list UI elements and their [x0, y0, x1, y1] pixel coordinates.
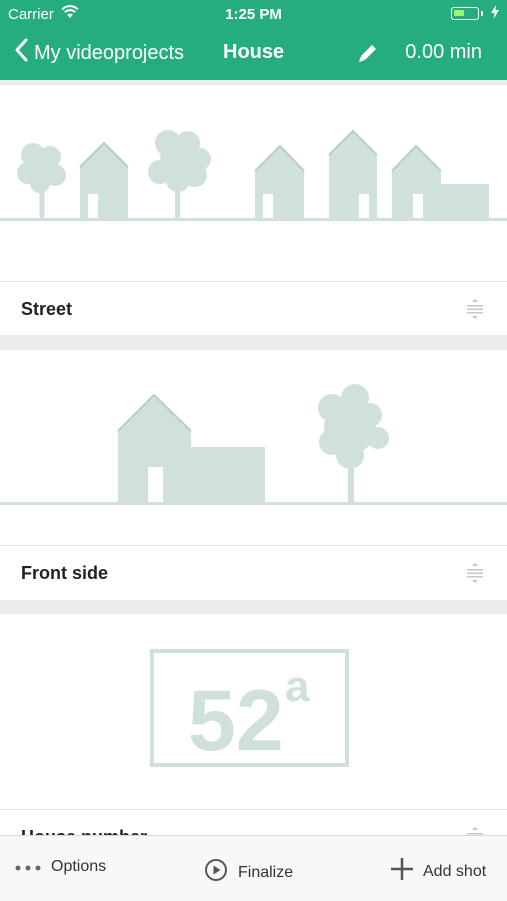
shot-title-row: House number	[0, 809, 507, 835]
finalize-label: Finalize	[238, 863, 294, 881]
finalize-button[interactable]: Finalize	[204, 858, 293, 887]
add-shot-button[interactable]: Add shot	[391, 858, 486, 885]
more-dots-icon	[15, 858, 41, 876]
street-illustration	[0, 129, 507, 221]
drag-handle-icon[interactable]	[467, 563, 483, 588]
clock: 1:25 PM	[225, 6, 282, 23]
options-label: Options	[51, 858, 107, 875]
bottom-toolbar: Options Finalize Add shot	[0, 835, 507, 901]
drag-handle-icon[interactable]	[467, 827, 483, 835]
charging-icon	[491, 5, 499, 23]
navigation-bar: My videoprojects House 0.00 min	[0, 28, 507, 78]
shot-title: Street	[21, 299, 73, 319]
drag-handle-icon[interactable]	[467, 299, 483, 324]
status-bar: Carrier 1:25 PM	[0, 0, 507, 28]
shot-card[interactable]: 52 a House number	[0, 614, 507, 835]
back-label: My videoprojects	[34, 41, 185, 64]
front-side-illustration	[0, 384, 507, 505]
back-button[interactable]: My videoprojects	[14, 38, 184, 68]
duration-label: 0.00 min	[405, 41, 482, 63]
play-circle-icon	[204, 858, 228, 887]
shot-title: House number	[21, 827, 147, 835]
pencil-icon[interactable]	[356, 41, 380, 71]
options-button[interactable]: Options	[15, 858, 106, 876]
house-number-superscript: a	[285, 662, 310, 711]
plus-icon	[391, 858, 413, 885]
shot-title: Front side	[21, 563, 109, 583]
shot-list: Street Front side 52 a	[0, 80, 507, 835]
shot-card[interactable]: Street	[0, 85, 507, 335]
battery-icon	[451, 7, 483, 20]
shot-title-row: Street	[0, 281, 507, 336]
house-number-text: 52	[188, 673, 284, 769]
house-number-illustration: 52 a	[150, 649, 349, 769]
add-shot-label: Add shot	[423, 862, 487, 880]
app-header: Carrier 1:25 PM My videoprojects House 0…	[0, 0, 507, 80]
shot-title-row: Front side	[0, 545, 507, 600]
chevron-left-icon	[14, 38, 28, 68]
shot-card[interactable]: Front side	[0, 350, 507, 600]
page-title: House	[223, 41, 285, 63]
